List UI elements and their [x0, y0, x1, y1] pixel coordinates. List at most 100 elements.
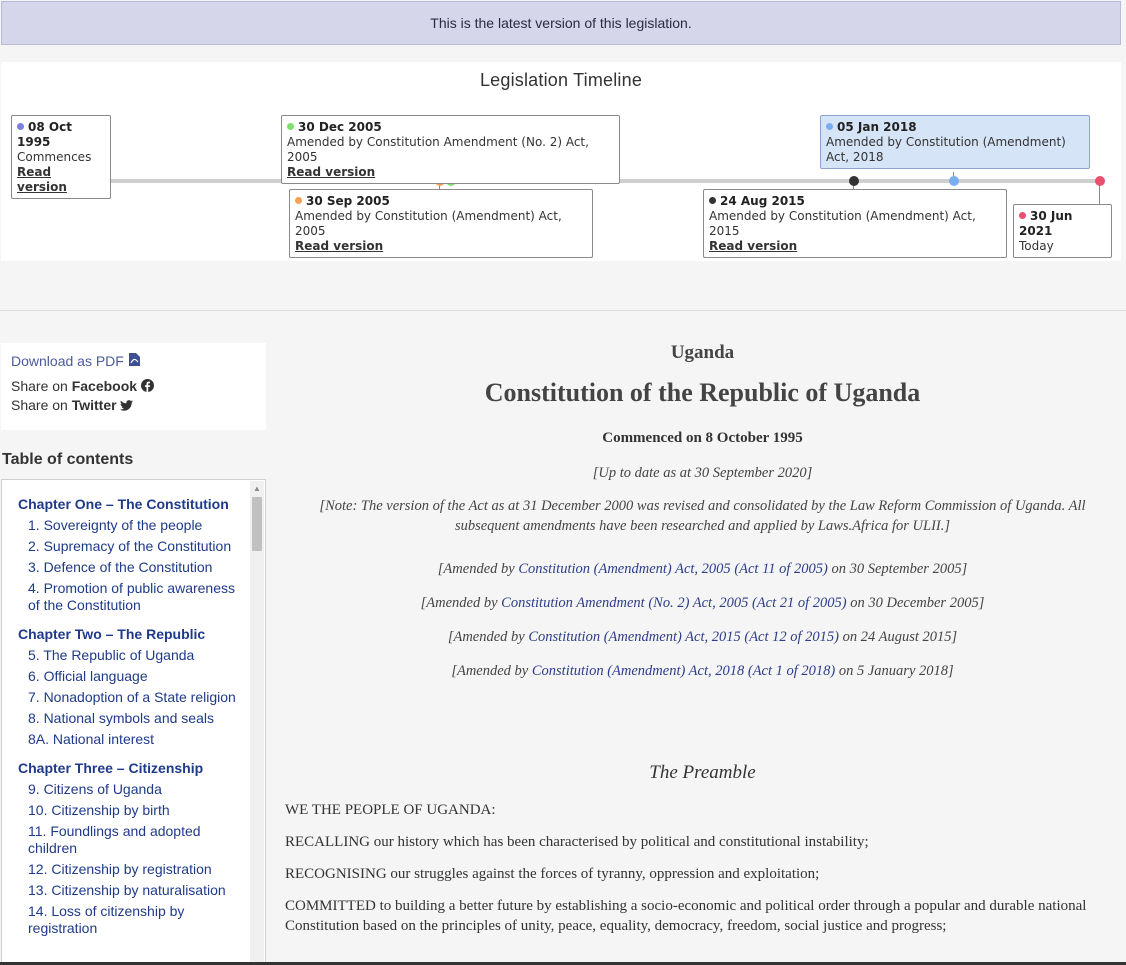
event-date: 24 Aug 2015 — [720, 194, 805, 208]
toc-item[interactable]: 9. Citizens of Uganda — [18, 781, 248, 798]
document-content: Uganda Constitution of the Republic of U… — [285, 330, 1120, 948]
preamble-paragraph: RECALLING our history which has been cha… — [285, 834, 869, 850]
amendment-act-link[interactable]: Constitution (Amendment) Act, 2018 — [532, 663, 744, 679]
amendment-prefix: [Amended by — [447, 629, 525, 645]
event-date: 05 Jan 2018 — [837, 120, 917, 134]
bullet-icon — [826, 123, 833, 130]
read-version-link[interactable]: Read version — [287, 165, 613, 180]
latest-version-banner: This is the latest version of this legis… — [1, 1, 1121, 45]
event-date: 08 Oct 1995 — [17, 120, 72, 149]
amendment-prefix: [Amended by — [437, 561, 515, 577]
amendment-ref-link[interactable]: (Act 21 of 2005) — [752, 595, 847, 611]
toc-item[interactable]: 14. Loss of citizenship by registration — [18, 903, 248, 937]
preamble-paragraph: RECOGNISING our struggles against the fo… — [285, 866, 820, 882]
event-date: 30 Sep 2005 — [306, 194, 390, 208]
event-desc: Amended by Constitution (Amendment) Act,… — [826, 135, 1066, 164]
amendment-ref-link[interactable]: (Act 12 of 2015) — [744, 629, 839, 645]
amendment-suffix: on 24 August 2015] — [842, 629, 958, 645]
timeline-title: Legislation Timeline — [479, 70, 643, 90]
read-version-link[interactable]: Read version — [17, 165, 104, 195]
event-date: 30 Dec 2005 — [298, 120, 382, 134]
banner-text: This is the latest version of this legis… — [430, 15, 692, 31]
share-prefix: Share on — [11, 378, 68, 394]
toc-item[interactable]: 1. Sovereignty of the people — [18, 517, 248, 534]
section-divider — [0, 310, 1126, 311]
consolidation-note: [Note: The version of the Act as at 31 D… — [319, 498, 1086, 534]
commencement-date: Commenced on 8 October 1995 — [602, 430, 803, 446]
event-desc: Commences — [17, 150, 92, 164]
amendment-note: [Amended by Constitution Amendment (No. … — [285, 595, 1120, 612]
bullet-icon — [1019, 212, 1026, 219]
toc-item[interactable]: 11. Foundlings and adopted children — [18, 823, 248, 857]
read-version-link[interactable]: Read version — [295, 239, 586, 254]
event-date: 30 Jun 2021 — [1019, 209, 1073, 238]
legislation-timeline: Legislation Timeline 08 Oct 1995 Commenc… — [1, 62, 1121, 261]
twitter-label: Twitter — [71, 397, 117, 413]
amendment-suffix: on 5 January 2018] — [838, 663, 954, 679]
amendment-prefix: [Amended by — [451, 663, 529, 679]
bullet-icon — [17, 123, 24, 130]
up-to-date-note: [Up to date as at 30 September 2020] — [592, 465, 813, 481]
timeline-card-sep-2005: 30 Sep 2005 Amended by Constitution (Ame… — [289, 189, 593, 258]
bullet-icon — [287, 123, 294, 130]
toc-item[interactable]: 5. The Republic of Uganda — [18, 647, 248, 664]
bullet-icon — [295, 197, 302, 204]
toc-item[interactable]: 12. Citizenship by registration — [18, 861, 248, 878]
timeline-stem — [1099, 184, 1100, 204]
share-facebook-link[interactable]: Share on Facebook — [11, 377, 256, 396]
amendment-suffix: on 30 December 2005] — [850, 595, 985, 611]
toc-item[interactable]: 4. Promotion of public awareness of the … — [18, 580, 248, 614]
amendment-ref-link[interactable]: (Act 1 of 2018) — [748, 663, 835, 679]
facebook-label: Facebook — [71, 378, 138, 394]
timeline-card-1995: 08 Oct 1995 Commences Read version — [11, 115, 111, 199]
sidebar-actions: Download as PDF Share on Facebook Share … — [1, 343, 266, 430]
toc-item[interactable]: 6. Official language — [18, 668, 248, 685]
toc-chapter-three[interactable]: Chapter Three – Citizenship — [18, 760, 248, 777]
download-pdf-link[interactable]: Download as PDF — [11, 353, 256, 369]
amendment-act-link[interactable]: Constitution Amendment (No. 2) Act, 2005 — [501, 595, 748, 611]
scroll-up-arrow-icon[interactable]: ▲ — [253, 484, 261, 493]
scrollbar-thumb[interactable] — [252, 497, 262, 551]
toc-chapter-one[interactable]: Chapter One – The Constitution — [18, 496, 248, 513]
toc-item[interactable]: 3. Defence of the Constitution — [18, 559, 248, 576]
preamble-paragraph: WE THE PEOPLE OF UGANDA: — [285, 802, 496, 818]
amendment-prefix: [Amended by — [420, 595, 498, 611]
timeline-card-dec-2005: 30 Dec 2005 Amended by Constitution Amen… — [281, 115, 620, 184]
act-title: Constitution of the Republic of Uganda — [484, 378, 921, 407]
toc-title: Table of contents — [2, 451, 134, 468]
read-version-link[interactable]: Read version — [709, 239, 1000, 254]
table-of-contents: Chapter One – The Constitution 1. Sovere… — [1, 479, 266, 965]
facebook-icon — [140, 378, 154, 394]
timeline-card-2018-current: 05 Jan 2018 Amended by Constitution (Ame… — [820, 115, 1090, 169]
download-pdf-label: Download as PDF — [11, 353, 124, 369]
amendment-act-link[interactable]: Constitution (Amendment) Act, 2005 — [518, 561, 730, 577]
toc-item[interactable]: 2. Supremacy of the Constitution — [18, 538, 248, 555]
toc-scrollbar[interactable]: ▲ — [250, 481, 264, 964]
event-desc: Amended by Constitution (Amendment) Act,… — [709, 209, 976, 238]
timeline-card-today: 30 Jun 2021 Today — [1013, 204, 1112, 258]
timeline-card-2015: 24 Aug 2015 Amended by Constitution (Ame… — [703, 189, 1007, 258]
amendment-note: [Amended by Constitution (Amendment) Act… — [285, 663, 1120, 680]
amendment-act-link[interactable]: Constitution (Amendment) Act, 2015 — [528, 629, 740, 645]
timeline-dot-2021[interactable] — [1095, 176, 1105, 186]
toc-item[interactable]: 8. National symbols and seals — [18, 710, 248, 727]
toc-item[interactable]: 10. Citizenship by birth — [18, 802, 248, 819]
timeline-dot-2018[interactable] — [949, 176, 959, 186]
event-desc: Amended by Constitution Amendment (No. 2… — [287, 135, 589, 164]
toc-chapter-two[interactable]: Chapter Two – The Republic — [18, 626, 248, 643]
event-desc: Today — [1019, 239, 1054, 253]
preamble-title: The Preamble — [649, 762, 756, 783]
toc-item[interactable]: 8A. National interest — [18, 731, 248, 748]
pdf-file-icon — [128, 353, 140, 369]
bullet-icon — [709, 197, 716, 204]
share-twitter-link[interactable]: Share on Twitter — [11, 396, 256, 415]
amendment-note: [Amended by Constitution (Amendment) Act… — [285, 561, 1120, 578]
event-desc: Amended by Constitution (Amendment) Act,… — [295, 209, 562, 238]
twitter-icon — [120, 397, 134, 413]
amendment-suffix: on 30 September 2005] — [831, 561, 968, 577]
amendment-ref-link[interactable]: (Act 11 of 2005) — [734, 561, 828, 577]
amendment-note: [Amended by Constitution (Amendment) Act… — [285, 629, 1120, 646]
timeline-dot-2015[interactable] — [849, 176, 859, 186]
toc-item[interactable]: 7. Nonadoption of a State religion — [18, 689, 248, 706]
toc-item[interactable]: 13. Citizenship by naturalisation — [18, 882, 248, 899]
